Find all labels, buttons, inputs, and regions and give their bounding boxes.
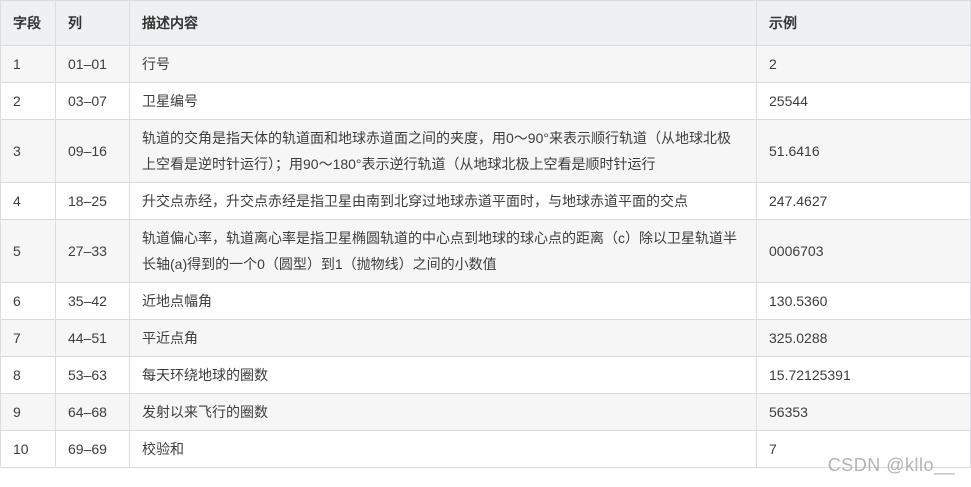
cell-desc: 轨道偏心率，轨道离心率是指卫星椭圆轨道的中心点到地球的球心点的距离（c）除以卫星… (129, 219, 757, 283)
cell-col: 44–51 (55, 319, 130, 357)
cell-field: 8 (0, 356, 56, 394)
column-header-field: 字段 (0, 0, 56, 46)
cell-field: 10 (0, 430, 56, 468)
cell-col: 18–25 (55, 182, 130, 220)
table-body: 1 01–01 行号 2 2 03–07 卫星编号 25544 3 09–16 轨道的交角是指天体的… (0, 45, 971, 468)
cell-desc: 行号 (129, 45, 757, 83)
column-header-desc: 描述内容 (129, 0, 757, 46)
cell-example: 0006703 (756, 219, 971, 283)
table-header-row: 字段列描述内容 示例 (0, 0, 971, 46)
cell-example: 247.4627 (756, 182, 971, 220)
table-row: 9 64–68 发射以来飞行的圈数 56353 (0, 393, 971, 431)
cell-field: 5 (0, 219, 56, 283)
cell-example: 2 (756, 45, 971, 83)
cell-field: 1 (0, 45, 56, 83)
cell-desc: 发射以来飞行的圈数 (129, 393, 757, 431)
cell-example: 325.0288 (756, 319, 971, 357)
cell-desc: 卫星编号 (129, 82, 757, 120)
cell-col: 09–16 (55, 119, 130, 183)
cell-example: 7 (756, 430, 971, 468)
table-row: 6 35–42 近地点幅角 130.5360 (0, 282, 971, 320)
cell-desc: 轨道的交角是指天体的轨道面和地球赤道面之间的夹度，用0～90°来表示顺行轨道（从… (129, 119, 757, 183)
cell-desc: 近地点幅角 (129, 282, 757, 320)
cell-field: 4 (0, 182, 56, 220)
cell-example: 130.5360 (756, 282, 971, 320)
cell-desc: 升交点赤经，升交点赤经是指卫星由南到北穿过地球赤道平面时，与地球赤道平面的交点 (129, 182, 757, 220)
cell-field: 6 (0, 282, 56, 320)
table-row: 2 03–07 卫星编号 25544 (0, 82, 971, 120)
table-row: 5 27–33 轨道偏心率，轨道离心率是指卫星椭圆轨道的中心点到地球的球心点的距离（… (0, 219, 971, 283)
cell-field: 3 (0, 119, 56, 183)
table-row: 10 69–69 校验和 7 (0, 430, 971, 468)
cell-col: 03–07 (55, 82, 130, 120)
cell-desc: 每天环绕地球的圈数 (129, 356, 757, 394)
cell-col: 01–01 (55, 45, 130, 83)
column-header-col: 列 (55, 0, 130, 46)
cell-field: 7 (0, 319, 56, 357)
column-header-example: 示例 (756, 0, 971, 46)
page: 字段列描述内容 示例 1 01–01 行号 2 2 03–07 卫星编号 25544 3 09–16… (0, 0, 971, 487)
cell-col: 64–68 (55, 393, 130, 431)
table-row: 3 09–16 轨道的交角是指天体的轨道面和地球赤道面之间的夹度，用0～90°来表示… (0, 119, 971, 183)
cell-col: 69–69 (55, 430, 130, 468)
cell-desc: 平近点角 (129, 319, 757, 357)
cell-col: 27–33 (55, 219, 130, 283)
cell-col: 53–63 (55, 356, 130, 394)
cell-field: 9 (0, 393, 56, 431)
table-row: 8 53–63 每天环绕地球的圈数 15.72125391 (0, 356, 971, 394)
cell-example: 56353 (756, 393, 971, 431)
cell-field: 2 (0, 82, 56, 120)
cell-desc: 校验和 (129, 430, 757, 468)
cell-col: 35–42 (55, 282, 130, 320)
tle-fields-table: 字段列描述内容 示例 1 01–01 行号 2 2 03–07 卫星编号 25544 3 09–16… (0, 0, 971, 468)
table-header: 字段列描述内容 示例 (0, 0, 971, 46)
cell-example: 51.6416 (756, 119, 971, 183)
table-row: 7 44–51 平近点角 325.0288 (0, 319, 971, 357)
cell-example: 15.72125391 (756, 356, 971, 394)
cell-example: 25544 (756, 82, 971, 120)
table-row: 1 01–01 行号 2 (0, 45, 971, 83)
table-row: 4 18–25 升交点赤经，升交点赤经是指卫星由南到北穿过地球赤道平面时，与地球赤道… (0, 182, 971, 220)
